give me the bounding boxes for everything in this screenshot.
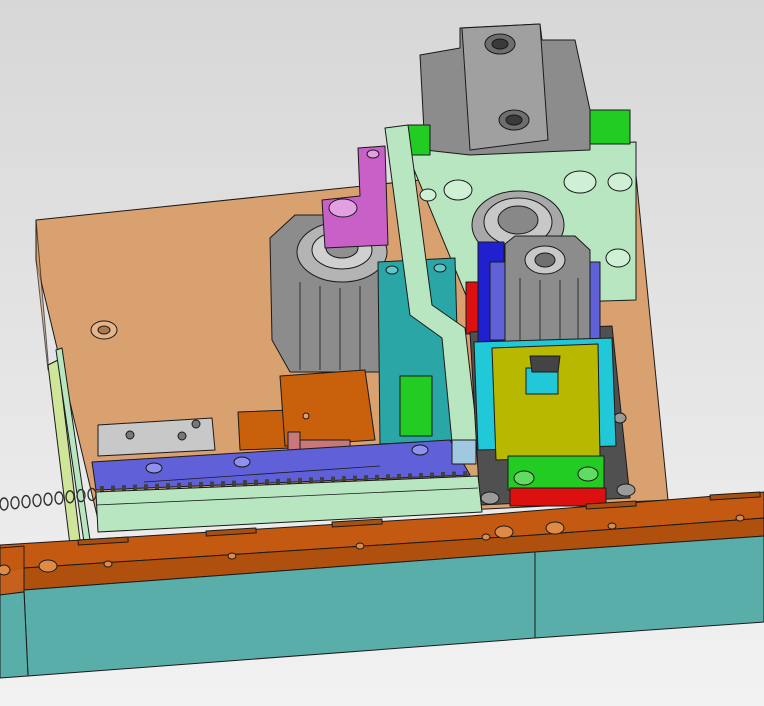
cad-viewport[interactable] xyxy=(0,0,764,706)
right-cylinder-port xyxy=(524,245,566,275)
orange-box-hole xyxy=(302,412,310,420)
dark-connector xyxy=(529,355,561,373)
strip-end-tab xyxy=(451,439,477,465)
cad-model-drawing xyxy=(0,0,764,706)
teal-foot-right[interactable] xyxy=(534,535,764,639)
plate-hole xyxy=(90,320,118,340)
top-green-block-right xyxy=(589,109,631,145)
green-stop-block xyxy=(399,375,433,437)
teal-foot-edge xyxy=(0,591,29,679)
